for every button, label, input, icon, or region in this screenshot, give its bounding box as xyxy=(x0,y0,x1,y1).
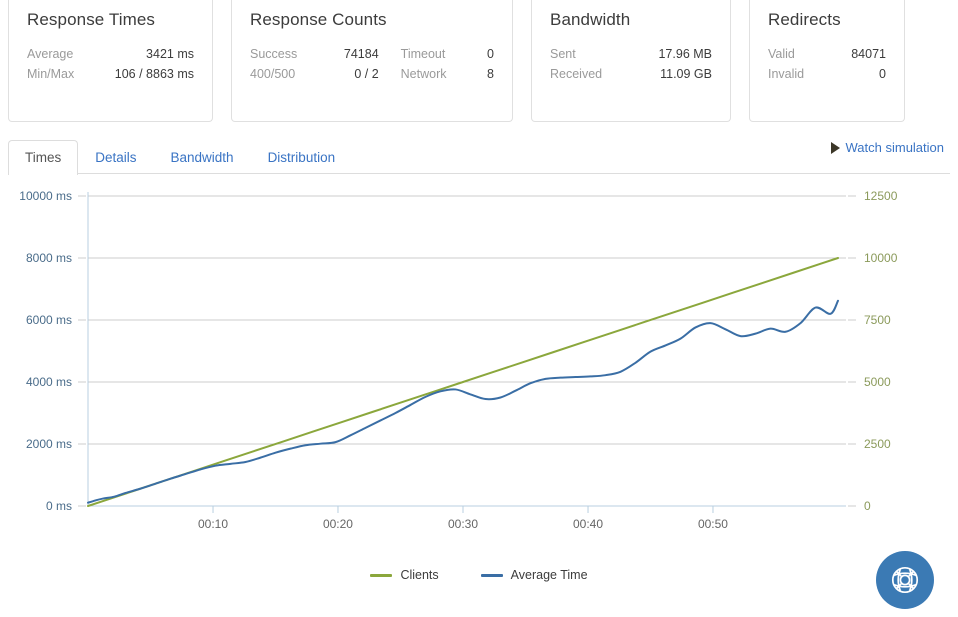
stat-label-secondary: Network xyxy=(400,67,447,81)
card-title: Redirects xyxy=(768,10,841,29)
watch-simulation-label: Watch simulation xyxy=(845,140,945,155)
stat-value: 106 / 8863 ms xyxy=(114,67,194,81)
stat-label: 400/500 xyxy=(250,67,296,81)
stat-row: Valid 84071 xyxy=(768,44,886,64)
svg-text:00:50: 00:50 xyxy=(698,517,728,531)
card-title: Response Counts xyxy=(250,10,387,29)
svg-text:4000 ms: 4000 ms xyxy=(26,375,72,389)
svg-text:6000 ms: 6000 ms xyxy=(26,313,72,327)
svg-text:2000 ms: 2000 ms xyxy=(26,437,72,451)
stat-value: 3421 ms xyxy=(146,47,194,61)
tab-bandwidth[interactable]: Bandwidth xyxy=(154,140,251,175)
tab-bar: Times Details Bandwidth Distribution Wat… xyxy=(0,126,958,175)
stat-label: Sent xyxy=(550,47,576,61)
tab-list: Times Details Bandwidth Distribution xyxy=(8,126,950,175)
lifebuoy-icon xyxy=(891,566,919,594)
play-triangle-icon xyxy=(830,141,840,154)
stat-table: Valid 84071 Invalid 0 xyxy=(768,44,886,84)
svg-text:8000 ms: 8000 ms xyxy=(26,251,72,265)
card-title: Bandwidth xyxy=(550,10,631,29)
svg-text:00:40: 00:40 xyxy=(573,517,603,531)
times-chart: 0 ms 2000 ms 4000 ms 6000 ms 8000 ms 10000 ms… xyxy=(0,174,958,604)
svg-text:10000: 10000 xyxy=(864,251,898,265)
stat-row: Min/Max 106 / 8863 ms xyxy=(27,64,194,84)
chart-legend: Clients Average Time xyxy=(0,568,958,582)
chart-canvas: 0 ms 2000 ms 4000 ms 6000 ms 8000 ms 10000 ms… xyxy=(19,189,898,531)
legend-swatch-clients xyxy=(370,573,393,577)
card-response-times: Response Times Average 3421 ms Min/Max 1… xyxy=(8,0,213,122)
stat-label: Success xyxy=(250,47,298,61)
stat-label: Valid xyxy=(768,47,795,61)
legend-swatch-average-time xyxy=(480,573,503,577)
stat-value-secondary: 0 xyxy=(487,47,494,61)
stat-row: Invalid 0 xyxy=(768,64,886,84)
card-response-counts: Response Counts Success 74184 Timeout 0 … xyxy=(231,0,513,122)
stat-row: Received 11.09 GB xyxy=(550,64,712,84)
svg-text:0: 0 xyxy=(864,499,871,513)
stat-row: 400/500 0 / 2 Network 8 xyxy=(250,64,494,84)
card-title: Response Times xyxy=(27,10,156,29)
svg-text:10000 ms: 10000 ms xyxy=(19,189,72,203)
stat-value: 0 / 2 xyxy=(354,67,379,81)
svg-text:2500: 2500 xyxy=(864,437,891,451)
svg-text:0 ms: 0 ms xyxy=(46,499,72,513)
stat-table: Sent 17.96 MB Received 11.09 GB xyxy=(550,44,712,84)
svg-text:00:30: 00:30 xyxy=(448,517,478,531)
stat-table: Average 3421 ms Min/Max 106 / 8863 ms xyxy=(27,44,194,84)
stat-label-secondary: Timeout xyxy=(400,47,446,61)
legend-item-clients[interactable]: Clients xyxy=(370,568,439,582)
stat-value: 84071 xyxy=(851,47,886,61)
legend-label-average-time: Average Time xyxy=(510,568,588,582)
card-bandwidth: Bandwidth Sent 17.96 MB Received 11.09 G… xyxy=(531,0,731,122)
stat-row: Sent 17.96 MB xyxy=(550,44,712,64)
svg-text:5000: 5000 xyxy=(864,375,891,389)
stat-label: Min/Max xyxy=(27,67,75,81)
stat-label: Received xyxy=(550,67,603,81)
legend-label-clients: Clients xyxy=(400,568,439,582)
stat-value-secondary: 8 xyxy=(487,67,494,81)
stat-row: Average 3421 ms xyxy=(27,44,194,64)
stat-value: 0 xyxy=(879,67,886,81)
tab-distribution[interactable]: Distribution xyxy=(251,140,353,175)
stat-label: Invalid xyxy=(768,67,805,81)
tab-details[interactable]: Details xyxy=(78,140,153,175)
stat-row: Success 74184 Timeout 0 xyxy=(250,44,494,64)
summary-cards-row: Response Times Average 3421 ms Min/Max 1… xyxy=(0,0,958,126)
card-redirects: Redirects Valid 84071 Invalid 0 xyxy=(749,0,905,122)
legend-item-average-time[interactable]: Average Time xyxy=(480,568,588,582)
help-support-button[interactable] xyxy=(876,551,934,609)
svg-text:00:20: 00:20 xyxy=(323,517,353,531)
stat-value: 17.96 MB xyxy=(658,47,712,61)
stat-label: Average xyxy=(27,47,74,61)
tab-times[interactable]: Times xyxy=(8,140,79,175)
svg-text:12500: 12500 xyxy=(864,189,898,203)
stat-value: 11.09 GB xyxy=(660,67,712,81)
svg-text:7500: 7500 xyxy=(864,313,891,327)
svg-text:00:10: 00:10 xyxy=(198,517,228,531)
stat-table: Success 74184 Timeout 0 400/500 0 / 2 Ne… xyxy=(250,44,494,84)
stat-value: 74184 xyxy=(343,47,379,61)
watch-simulation-button[interactable]: Watch simulation xyxy=(830,140,945,155)
